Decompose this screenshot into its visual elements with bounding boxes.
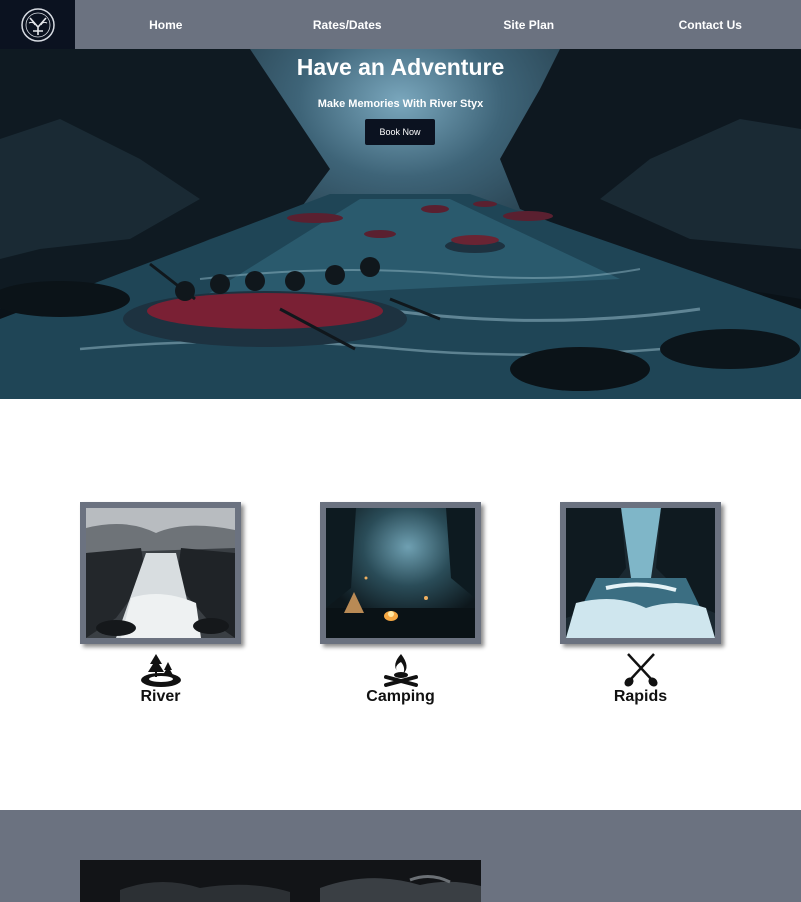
storm-image xyxy=(80,860,481,902)
top-nav: Home Rates/Dates Site Plan Contact Us xyxy=(0,0,801,49)
feature-frame xyxy=(320,502,481,644)
feature-label: River xyxy=(140,688,181,705)
hero-banner: Have an Adventure Make Memories With Riv… xyxy=(0,49,801,399)
camping-photo xyxy=(326,508,475,638)
rapids-photo xyxy=(566,508,715,638)
feature-label: Rapids xyxy=(613,688,668,705)
campfire-icon xyxy=(383,654,418,687)
feature-frame xyxy=(560,502,721,644)
river-photo xyxy=(86,508,235,638)
logo[interactable] xyxy=(0,0,75,49)
feature-frame xyxy=(80,502,241,644)
hero-subtitle: Make Memories With River Styx xyxy=(317,98,484,110)
tree-island-icon xyxy=(140,654,181,687)
nav-home[interactable]: Home xyxy=(75,18,257,32)
crossed-paddles-icon xyxy=(623,653,658,687)
feature-river[interactable]: River xyxy=(80,502,241,706)
nav-contact-us[interactable]: Contact Us xyxy=(620,18,801,32)
nav-site-plan[interactable]: Site Plan xyxy=(438,18,620,32)
book-now-button[interactable]: Book Now xyxy=(365,119,435,145)
feature-camping[interactable]: Camping xyxy=(320,502,481,706)
river-styx-emblem-icon xyxy=(20,7,55,42)
bottom-section xyxy=(0,810,801,902)
feature-rapids[interactable]: Rapids xyxy=(560,502,721,706)
feature-label: Camping xyxy=(366,688,435,705)
nav-rates-dates[interactable]: Rates/Dates xyxy=(257,18,439,32)
hero-title: Have an Adventure xyxy=(296,54,505,80)
